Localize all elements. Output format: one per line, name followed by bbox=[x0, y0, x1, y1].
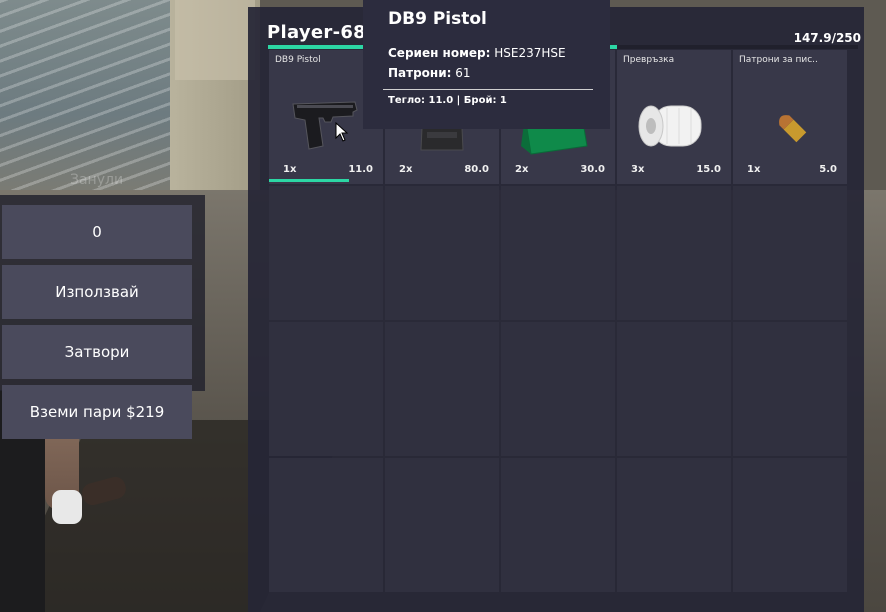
tooltip-ammo-label: Патрони: bbox=[388, 66, 452, 80]
inventory-slot-empty[interactable] bbox=[733, 322, 847, 456]
item-tooltip: DB9 Pistol Сериен номер: HSE237HSE Патро… bbox=[363, 0, 610, 129]
inventory-slot-empty[interactable] bbox=[269, 458, 383, 592]
tooltip-ammo: Патрони: 61 bbox=[388, 66, 471, 80]
slot-weight: 30.0 bbox=[580, 164, 605, 175]
slot-count: 2x bbox=[515, 164, 529, 175]
action-panel: 0 Използвай Затвори bbox=[0, 195, 205, 391]
tooltip-serial: Сериен номер: HSE237HSE bbox=[388, 46, 566, 60]
inventory-slot-empty[interactable] bbox=[385, 186, 499, 320]
background-water bbox=[0, 0, 175, 190]
slot-count: 1x bbox=[283, 164, 297, 175]
inventory-slot-empty[interactable] bbox=[385, 322, 499, 456]
close-button[interactable]: Затвори bbox=[2, 325, 192, 379]
background-ghost-text: Занули bbox=[70, 172, 124, 188]
inventory-slot-empty[interactable] bbox=[501, 322, 615, 456]
inventory-slot-empty[interactable] bbox=[617, 322, 731, 456]
slot-count: 1x bbox=[747, 164, 761, 175]
slot-durability-bar bbox=[269, 179, 349, 182]
inventory-slot-empty[interactable] bbox=[733, 458, 847, 592]
inventory-slot-ammo[interactable]: Патрони за пис.. 1x 5.0 bbox=[733, 50, 847, 184]
inventory-slot-empty[interactable] bbox=[269, 322, 383, 456]
inventory-slot-empty[interactable] bbox=[269, 186, 383, 320]
use-button[interactable]: Използвай bbox=[2, 265, 192, 319]
tooltip-serial-value: HSE237HSE bbox=[494, 46, 566, 60]
slot-count: 3x bbox=[631, 164, 645, 175]
amount-input[interactable]: 0 bbox=[2, 205, 192, 259]
mouse-cursor-icon bbox=[335, 122, 349, 142]
inventory-weight: 147.9/250 bbox=[793, 31, 861, 45]
inventory-slot-empty[interactable] bbox=[501, 458, 615, 592]
tooltip-footer: Тегло: 11.0 | Брой: 1 bbox=[388, 95, 507, 106]
inventory-slot-empty[interactable] bbox=[501, 186, 615, 320]
slot-weight: 11.0 bbox=[348, 164, 373, 175]
inventory-slot-bandage[interactable]: Превръзка 3x 15.0 bbox=[617, 50, 731, 184]
tooltip-title: DB9 Pistol bbox=[388, 9, 487, 29]
background-wall-light bbox=[175, 0, 255, 80]
inventory-slot-empty[interactable] bbox=[385, 458, 499, 592]
slot-weight: 80.0 bbox=[464, 164, 489, 175]
inventory-grid: DB9 Pistol 1x 11.0 2x 80.0 2x 30.0 Превр… bbox=[269, 50, 851, 592]
tooltip-serial-label: Сериен номер: bbox=[388, 46, 491, 60]
inventory-slot-empty[interactable] bbox=[617, 458, 731, 592]
background-player-glove bbox=[52, 490, 82, 524]
inventory-title: Player-68 bbox=[267, 22, 366, 43]
inventory-slot-empty[interactable] bbox=[617, 186, 731, 320]
slot-weight: 5.0 bbox=[819, 164, 837, 175]
take-money-button[interactable]: Вземи пари $219 bbox=[2, 385, 192, 439]
slot-count: 2x bbox=[399, 164, 413, 175]
slot-weight: 15.0 bbox=[696, 164, 721, 175]
tooltip-ammo-value: 61 bbox=[455, 66, 471, 80]
inventory-slot-empty[interactable] bbox=[733, 186, 847, 320]
tooltip-divider bbox=[383, 89, 593, 90]
